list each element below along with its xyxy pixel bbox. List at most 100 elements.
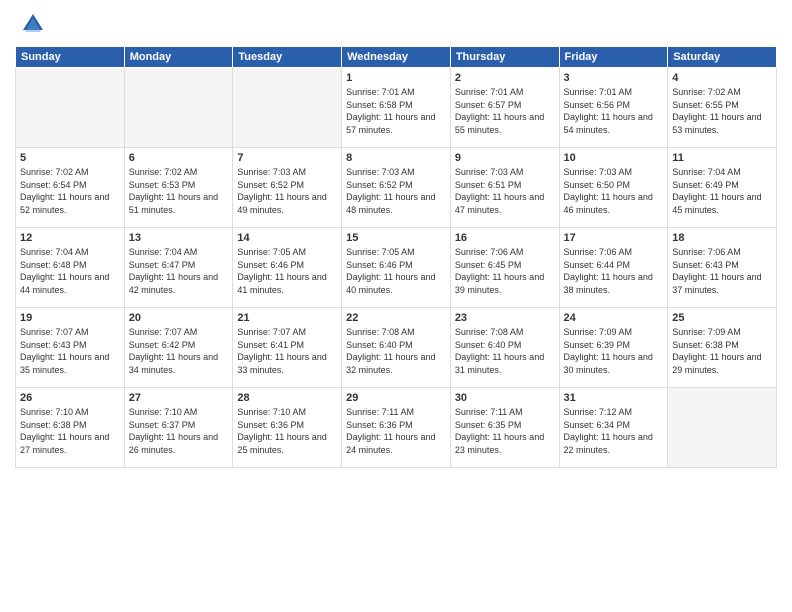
day-number: 18 bbox=[672, 231, 772, 246]
weekday-sunday: Sunday bbox=[16, 47, 125, 68]
day-info: Sunrise: 7:07 AM Sunset: 6:42 PM Dayligh… bbox=[129, 327, 218, 375]
day-cell: 30Sunrise: 7:11 AM Sunset: 6:35 PM Dayli… bbox=[450, 388, 559, 468]
day-info: Sunrise: 7:06 AM Sunset: 6:43 PM Dayligh… bbox=[672, 247, 761, 295]
day-info: Sunrise: 7:08 AM Sunset: 6:40 PM Dayligh… bbox=[346, 327, 435, 375]
day-info: Sunrise: 7:10 AM Sunset: 6:37 PM Dayligh… bbox=[129, 407, 218, 455]
week-row-2: 5Sunrise: 7:02 AM Sunset: 6:54 PM Daylig… bbox=[16, 148, 777, 228]
week-row-4: 19Sunrise: 7:07 AM Sunset: 6:43 PM Dayli… bbox=[16, 308, 777, 388]
day-number: 9 bbox=[455, 151, 555, 166]
day-cell: 7Sunrise: 7:03 AM Sunset: 6:52 PM Daylig… bbox=[233, 148, 342, 228]
day-number: 1 bbox=[346, 71, 446, 86]
day-info: Sunrise: 7:03 AM Sunset: 6:52 PM Dayligh… bbox=[346, 167, 435, 215]
day-number: 21 bbox=[237, 311, 337, 326]
day-cell bbox=[668, 388, 777, 468]
day-cell: 25Sunrise: 7:09 AM Sunset: 6:38 PM Dayli… bbox=[668, 308, 777, 388]
day-info: Sunrise: 7:05 AM Sunset: 6:46 PM Dayligh… bbox=[237, 247, 326, 295]
day-number: 26 bbox=[20, 391, 120, 406]
day-cell: 31Sunrise: 7:12 AM Sunset: 6:34 PM Dayli… bbox=[559, 388, 668, 468]
day-cell: 22Sunrise: 7:08 AM Sunset: 6:40 PM Dayli… bbox=[342, 308, 451, 388]
day-info: Sunrise: 7:07 AM Sunset: 6:43 PM Dayligh… bbox=[20, 327, 109, 375]
day-number: 31 bbox=[564, 391, 664, 406]
day-info: Sunrise: 7:06 AM Sunset: 6:44 PM Dayligh… bbox=[564, 247, 653, 295]
day-cell: 8Sunrise: 7:03 AM Sunset: 6:52 PM Daylig… bbox=[342, 148, 451, 228]
day-cell: 21Sunrise: 7:07 AM Sunset: 6:41 PM Dayli… bbox=[233, 308, 342, 388]
logo-icon bbox=[19, 10, 47, 38]
day-cell: 29Sunrise: 7:11 AM Sunset: 6:36 PM Dayli… bbox=[342, 388, 451, 468]
day-cell bbox=[124, 68, 233, 148]
day-cell: 14Sunrise: 7:05 AM Sunset: 6:46 PM Dayli… bbox=[233, 228, 342, 308]
day-number: 27 bbox=[129, 391, 229, 406]
day-cell: 26Sunrise: 7:10 AM Sunset: 6:38 PM Dayli… bbox=[16, 388, 125, 468]
day-cell: 19Sunrise: 7:07 AM Sunset: 6:43 PM Dayli… bbox=[16, 308, 125, 388]
day-info: Sunrise: 7:02 AM Sunset: 6:53 PM Dayligh… bbox=[129, 167, 218, 215]
logo bbox=[15, 10, 47, 38]
day-info: Sunrise: 7:06 AM Sunset: 6:45 PM Dayligh… bbox=[455, 247, 544, 295]
weekday-friday: Friday bbox=[559, 47, 668, 68]
day-cell bbox=[16, 68, 125, 148]
day-info: Sunrise: 7:09 AM Sunset: 6:39 PM Dayligh… bbox=[564, 327, 653, 375]
weekday-tuesday: Tuesday bbox=[233, 47, 342, 68]
day-cell: 17Sunrise: 7:06 AM Sunset: 6:44 PM Dayli… bbox=[559, 228, 668, 308]
weekday-header-row: SundayMondayTuesdayWednesdayThursdayFrid… bbox=[16, 47, 777, 68]
day-cell: 23Sunrise: 7:08 AM Sunset: 6:40 PM Dayli… bbox=[450, 308, 559, 388]
day-cell: 16Sunrise: 7:06 AM Sunset: 6:45 PM Dayli… bbox=[450, 228, 559, 308]
day-cell: 10Sunrise: 7:03 AM Sunset: 6:50 PM Dayli… bbox=[559, 148, 668, 228]
day-info: Sunrise: 7:01 AM Sunset: 6:58 PM Dayligh… bbox=[346, 87, 435, 135]
day-info: Sunrise: 7:07 AM Sunset: 6:41 PM Dayligh… bbox=[237, 327, 326, 375]
day-number: 12 bbox=[20, 231, 120, 246]
day-info: Sunrise: 7:02 AM Sunset: 6:54 PM Dayligh… bbox=[20, 167, 109, 215]
day-number: 14 bbox=[237, 231, 337, 246]
day-info: Sunrise: 7:11 AM Sunset: 6:35 PM Dayligh… bbox=[455, 407, 544, 455]
day-number: 13 bbox=[129, 231, 229, 246]
day-cell bbox=[233, 68, 342, 148]
page: SundayMondayTuesdayWednesdayThursdayFrid… bbox=[0, 0, 792, 612]
day-cell: 11Sunrise: 7:04 AM Sunset: 6:49 PM Dayli… bbox=[668, 148, 777, 228]
header bbox=[15, 10, 777, 38]
day-number: 6 bbox=[129, 151, 229, 166]
day-info: Sunrise: 7:03 AM Sunset: 6:50 PM Dayligh… bbox=[564, 167, 653, 215]
day-cell: 28Sunrise: 7:10 AM Sunset: 6:36 PM Dayli… bbox=[233, 388, 342, 468]
day-info: Sunrise: 7:05 AM Sunset: 6:46 PM Dayligh… bbox=[346, 247, 435, 295]
day-cell: 15Sunrise: 7:05 AM Sunset: 6:46 PM Dayli… bbox=[342, 228, 451, 308]
day-info: Sunrise: 7:12 AM Sunset: 6:34 PM Dayligh… bbox=[564, 407, 653, 455]
weekday-thursday: Thursday bbox=[450, 47, 559, 68]
day-info: Sunrise: 7:01 AM Sunset: 6:57 PM Dayligh… bbox=[455, 87, 544, 135]
day-number: 17 bbox=[564, 231, 664, 246]
day-number: 8 bbox=[346, 151, 446, 166]
day-info: Sunrise: 7:04 AM Sunset: 6:47 PM Dayligh… bbox=[129, 247, 218, 295]
day-number: 3 bbox=[564, 71, 664, 86]
weekday-saturday: Saturday bbox=[668, 47, 777, 68]
day-number: 22 bbox=[346, 311, 446, 326]
day-info: Sunrise: 7:01 AM Sunset: 6:56 PM Dayligh… bbox=[564, 87, 653, 135]
day-cell: 12Sunrise: 7:04 AM Sunset: 6:48 PM Dayli… bbox=[16, 228, 125, 308]
day-info: Sunrise: 7:03 AM Sunset: 6:52 PM Dayligh… bbox=[237, 167, 326, 215]
day-number: 19 bbox=[20, 311, 120, 326]
day-info: Sunrise: 7:10 AM Sunset: 6:38 PM Dayligh… bbox=[20, 407, 109, 455]
day-number: 2 bbox=[455, 71, 555, 86]
day-number: 4 bbox=[672, 71, 772, 86]
week-row-5: 26Sunrise: 7:10 AM Sunset: 6:38 PM Dayli… bbox=[16, 388, 777, 468]
week-row-1: 1Sunrise: 7:01 AM Sunset: 6:58 PM Daylig… bbox=[16, 68, 777, 148]
day-info: Sunrise: 7:09 AM Sunset: 6:38 PM Dayligh… bbox=[672, 327, 761, 375]
day-info: Sunrise: 7:10 AM Sunset: 6:36 PM Dayligh… bbox=[237, 407, 326, 455]
day-number: 5 bbox=[20, 151, 120, 166]
day-cell: 3Sunrise: 7:01 AM Sunset: 6:56 PM Daylig… bbox=[559, 68, 668, 148]
day-cell: 27Sunrise: 7:10 AM Sunset: 6:37 PM Dayli… bbox=[124, 388, 233, 468]
day-number: 30 bbox=[455, 391, 555, 406]
day-number: 10 bbox=[564, 151, 664, 166]
day-number: 7 bbox=[237, 151, 337, 166]
day-cell: 1Sunrise: 7:01 AM Sunset: 6:58 PM Daylig… bbox=[342, 68, 451, 148]
day-number: 24 bbox=[564, 311, 664, 326]
day-cell: 9Sunrise: 7:03 AM Sunset: 6:51 PM Daylig… bbox=[450, 148, 559, 228]
day-number: 20 bbox=[129, 311, 229, 326]
day-info: Sunrise: 7:03 AM Sunset: 6:51 PM Dayligh… bbox=[455, 167, 544, 215]
day-number: 11 bbox=[672, 151, 772, 166]
day-cell: 6Sunrise: 7:02 AM Sunset: 6:53 PM Daylig… bbox=[124, 148, 233, 228]
day-cell: 4Sunrise: 7:02 AM Sunset: 6:55 PM Daylig… bbox=[668, 68, 777, 148]
day-number: 16 bbox=[455, 231, 555, 246]
day-info: Sunrise: 7:11 AM Sunset: 6:36 PM Dayligh… bbox=[346, 407, 435, 455]
day-cell: 20Sunrise: 7:07 AM Sunset: 6:42 PM Dayli… bbox=[124, 308, 233, 388]
day-cell: 2Sunrise: 7:01 AM Sunset: 6:57 PM Daylig… bbox=[450, 68, 559, 148]
day-info: Sunrise: 7:04 AM Sunset: 6:49 PM Dayligh… bbox=[672, 167, 761, 215]
day-cell: 5Sunrise: 7:02 AM Sunset: 6:54 PM Daylig… bbox=[16, 148, 125, 228]
